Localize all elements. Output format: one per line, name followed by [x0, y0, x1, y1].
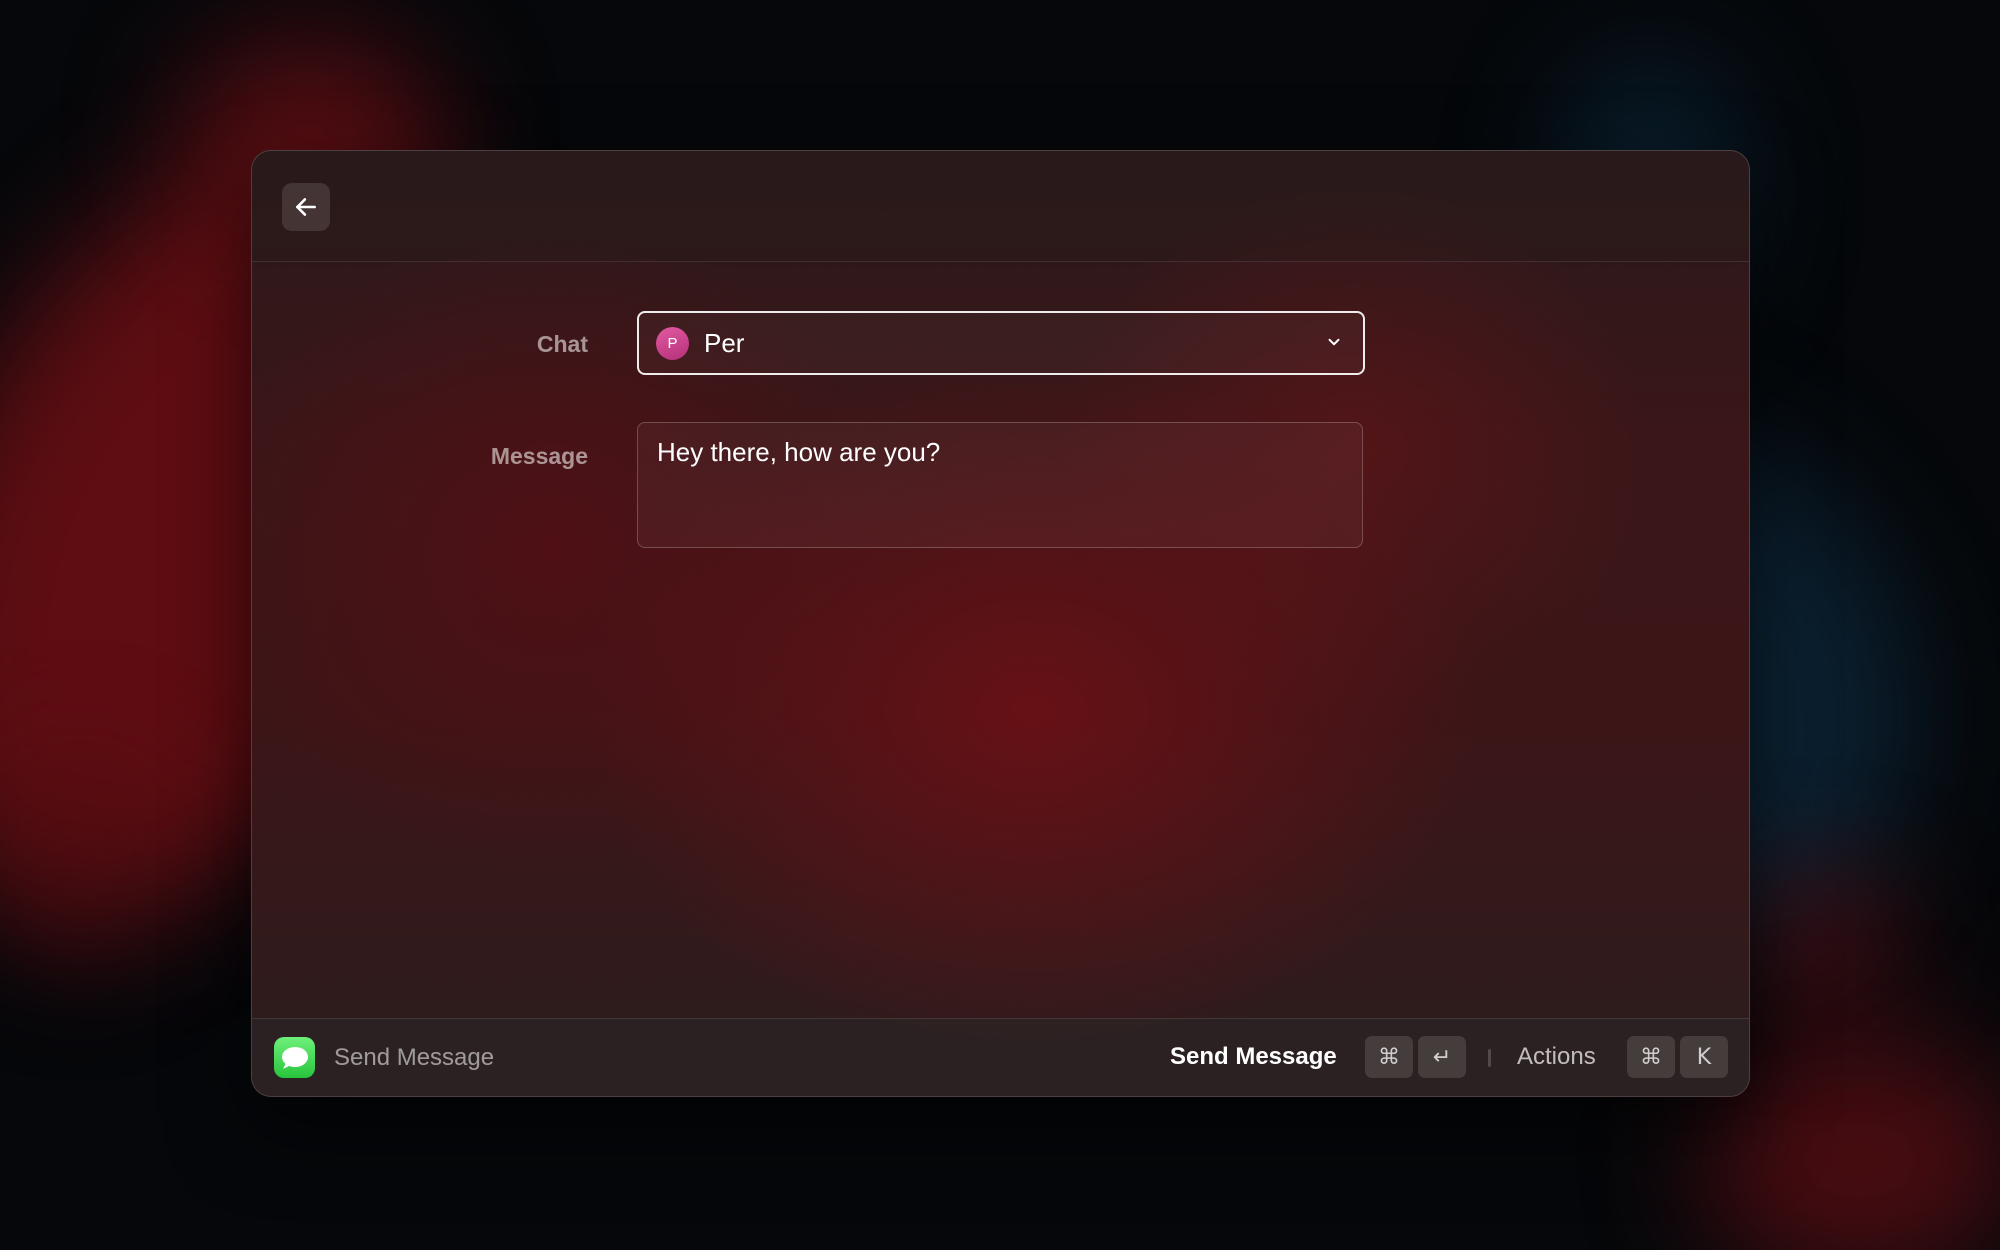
chat-label: Chat [536, 331, 588, 357]
message-field[interactable]: Hey there, how are you? [637, 422, 1363, 548]
actions-button[interactable]: Actions [1517, 1043, 1596, 1071]
chevron-down-icon [1328, 338, 1340, 346]
k-key: K [1680, 1036, 1728, 1078]
avatar: P [656, 326, 689, 360]
footer-title: Send Message [334, 1044, 495, 1071]
arrow-left-icon [296, 198, 316, 216]
window-header [252, 151, 1749, 262]
action-bar: Send Message Send Message ⌘ ↵ Actions ⌘ … [252, 1018, 1749, 1096]
back-button[interactable] [282, 183, 330, 231]
command-key-icon: ⌘ [1365, 1036, 1413, 1078]
divider [1488, 1049, 1491, 1067]
chat-select-value: Per [704, 327, 745, 358]
return-key-icon: ↵ [1418, 1036, 1466, 1078]
command-key-icon: ⌘ [1627, 1036, 1675, 1078]
message-label: Message [490, 443, 588, 469]
send-message-button[interactable]: Send Message [1170, 1043, 1337, 1071]
send-message-window: Chat P Per Message Hey there, how are yo… [251, 150, 1750, 1097]
messages-app-icon [274, 1037, 315, 1078]
chat-select[interactable]: P Per [637, 311, 1365, 375]
